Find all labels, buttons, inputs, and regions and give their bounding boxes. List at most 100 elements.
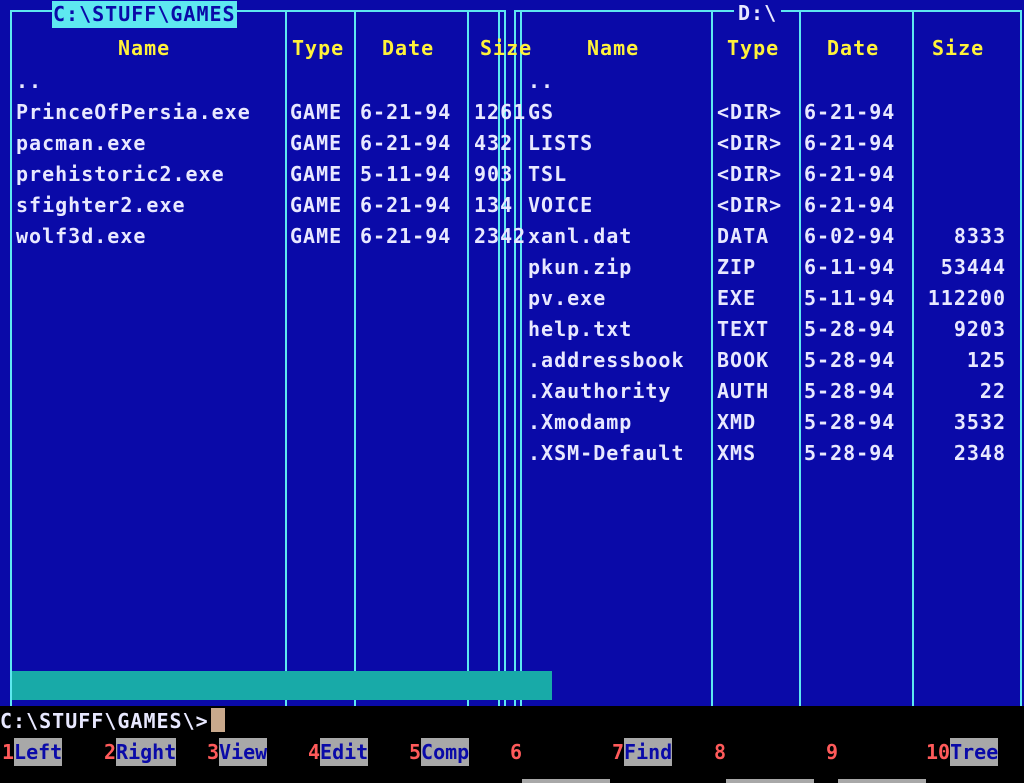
right-file-size[interactable]: 125 <box>914 345 1006 375</box>
right-file-name[interactable]: TSL <box>528 159 567 189</box>
right-file-type[interactable]: XMS <box>717 438 756 468</box>
right-file-size[interactable]: 2348 <box>914 438 1006 468</box>
left-file-type[interactable]: GAME <box>290 221 342 251</box>
fkey-number: 1 <box>2 740 15 764</box>
fkey-3-view[interactable]: 3View <box>207 738 268 766</box>
left-panel-status-bar <box>12 671 552 700</box>
right-file-date[interactable]: 6-02-94 <box>804 221 895 251</box>
left-file-name[interactable]: PrinceOfPersia.exe <box>16 97 251 127</box>
left-file-size[interactable]: 1261 <box>474 97 526 127</box>
left-header-size[interactable]: Size <box>480 35 532 61</box>
left-file-name[interactable]: wolf3d.exe <box>16 221 146 251</box>
left-file-name[interactable]: prehistoric2.exe <box>16 159 225 189</box>
left-file-size[interactable]: 432 <box>474 128 513 158</box>
right-file-type[interactable]: TEXT <box>717 314 769 344</box>
right-file-type[interactable]: AUTH <box>717 376 769 406</box>
right-file-date[interactable]: 6-21-94 <box>804 128 895 158</box>
fkey-number: 2 <box>104 740 117 764</box>
left-file-date[interactable]: 6-21-94 <box>360 190 451 220</box>
fkey-9[interactable]: 9 <box>826 738 927 783</box>
left-file-name[interactable]: .. <box>16 66 42 96</box>
right-header-date[interactable]: Date <box>827 35 879 61</box>
right-file-name[interactable]: xanl.dat <box>528 221 632 251</box>
right-file-date[interactable]: 6-21-94 <box>804 190 895 220</box>
command-line[interactable]: C:\STUFF\GAMES\> <box>0 706 225 736</box>
fkey-5-comp[interactable]: 5Comp <box>409 738 470 766</box>
left-file-date[interactable]: 6-21-94 <box>360 221 451 251</box>
right-file-size[interactable]: 112200 <box>914 283 1006 313</box>
right-file-type[interactable]: DATA <box>717 221 769 251</box>
right-file-date[interactable]: 6-21-94 <box>804 159 895 189</box>
left-file-size[interactable]: 2342 <box>474 221 526 251</box>
fkey-1-left[interactable]: 1Left <box>2 738 63 766</box>
right-file-size[interactable]: 22 <box>914 376 1006 406</box>
right-file-date[interactable]: 5-28-94 <box>804 438 895 468</box>
right-file-type[interactable]: BOOK <box>717 345 769 375</box>
right-file-name[interactable]: help.txt <box>528 314 632 344</box>
right-file-name[interactable]: pv.exe <box>528 283 606 313</box>
left-file-type[interactable]: GAME <box>290 190 342 220</box>
right-file-name[interactable]: .addressbook <box>528 345 685 375</box>
right-file-type[interactable]: ZIP <box>717 252 756 282</box>
right-file-size[interactable] <box>914 159 1006 189</box>
fkey-label: Right <box>116 738 177 766</box>
left-file-type[interactable]: GAME <box>290 97 342 127</box>
left-file-date[interactable]: 6-21-94 <box>360 128 451 158</box>
right-file-name[interactable]: LISTS <box>528 128 593 158</box>
right-file-name[interactable]: .Xauthority <box>528 376 671 406</box>
right-file-date[interactable]: 6-11-94 <box>804 252 895 282</box>
right-file-date[interactable]: 5-28-94 <box>804 345 895 375</box>
right-header-name[interactable]: Name <box>587 35 639 61</box>
right-file-size[interactable] <box>914 97 1006 127</box>
right-header-type[interactable]: Type <box>727 35 779 61</box>
left-panel-divider-name <box>285 12 287 706</box>
left-file-date[interactable]: 5-11-94 <box>360 159 451 189</box>
fkey-label: Find <box>624 738 673 766</box>
right-file-name[interactable]: .XSM-Default <box>528 438 685 468</box>
left-header-date[interactable]: Date <box>382 35 434 61</box>
right-header-size[interactable]: Size <box>932 35 984 61</box>
left-header-type[interactable]: Type <box>292 35 344 61</box>
right-file-size[interactable]: 8333 <box>914 221 1006 251</box>
right-file-type[interactable]: <DIR> <box>717 128 782 158</box>
right-file-date[interactable]: 5-11-94 <box>804 283 895 313</box>
right-file-name[interactable]: VOICE <box>528 190 593 220</box>
left-file-size[interactable]: 903 <box>474 159 513 189</box>
right-file-type[interactable]: XMD <box>717 407 756 437</box>
right-file-date[interactable]: 5-28-94 <box>804 314 895 344</box>
right-file-size[interactable] <box>914 128 1006 158</box>
left-file-type[interactable]: GAME <box>290 128 342 158</box>
right-file-size[interactable]: 3532 <box>914 407 1006 437</box>
left-file-name[interactable]: pacman.exe <box>16 128 146 158</box>
right-file-name[interactable]: GS <box>528 97 554 127</box>
fkey-6[interactable]: 6 <box>510 738 611 783</box>
fkey-4-edit[interactable]: 4Edit <box>308 738 369 766</box>
left-file-name[interactable]: sfighter2.exe <box>16 190 186 220</box>
fkey-2-right[interactable]: 2Right <box>104 738 177 766</box>
right-file-name[interactable]: .. <box>528 66 554 96</box>
left-header-name[interactable]: Name <box>118 35 170 61</box>
fkey-8[interactable]: 8 <box>714 738 815 783</box>
right-file-type[interactable]: EXE <box>717 283 756 313</box>
right-file-size[interactable]: 53444 <box>914 252 1006 282</box>
right-file-name[interactable]: pkun.zip <box>528 252 632 282</box>
fkey-label: Comp <box>421 738 470 766</box>
fkey-10-tree[interactable]: 10Tree <box>926 738 999 766</box>
right-file-date[interactable]: 5-28-94 <box>804 407 895 437</box>
left-file-date[interactable]: 6-21-94 <box>360 97 451 127</box>
right-file-type[interactable]: <DIR> <box>717 159 782 189</box>
right-file-size[interactable] <box>914 190 1006 220</box>
left-panel-divider-date <box>467 12 469 706</box>
right-file-type[interactable]: <DIR> <box>717 97 782 127</box>
left-file-type[interactable]: GAME <box>290 159 342 189</box>
left-file-size[interactable]: 134 <box>474 190 513 220</box>
right-file-type[interactable]: <DIR> <box>717 190 782 220</box>
right-file-date[interactable]: 5-28-94 <box>804 376 895 406</box>
fkey-7-find[interactable]: 7Find <box>612 738 673 766</box>
right-file-size[interactable] <box>914 66 1006 96</box>
right-file-date[interactable]: 6-21-94 <box>804 97 895 127</box>
left-panel-path: C:\STUFF\GAMES <box>52 1 237 28</box>
right-file-name[interactable]: .Xmodamp <box>528 407 632 437</box>
right-file-size[interactable]: 9203 <box>914 314 1006 344</box>
fkey-number: 6 <box>510 740 523 764</box>
